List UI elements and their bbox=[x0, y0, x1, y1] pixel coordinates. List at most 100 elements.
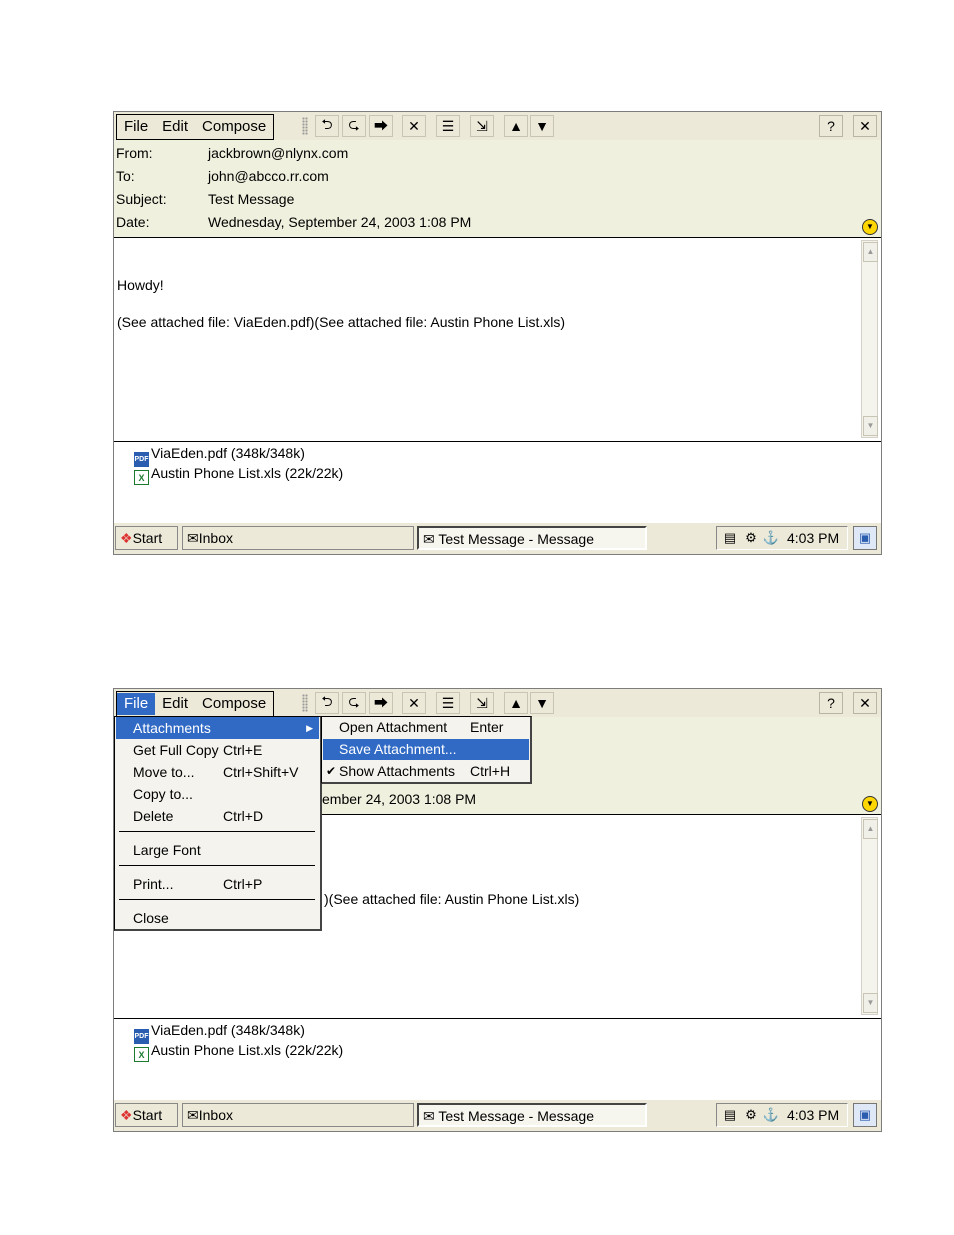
from-value: jackbrown@nlynx.com bbox=[208, 145, 349, 161]
expand-header-icon[interactable]: ▼ bbox=[862, 219, 878, 235]
desktop-icon[interactable]: ▣ bbox=[853, 1103, 877, 1127]
date-value: ember 24, 2003 1:08 PM bbox=[322, 791, 477, 807]
network-icon[interactable]: ⚙ bbox=[742, 1107, 760, 1123]
desktop-icon[interactable]: ▣ bbox=[853, 526, 877, 550]
help-icon[interactable]: ? bbox=[819, 115, 843, 137]
menu-edit[interactable]: Edit bbox=[155, 693, 195, 715]
scroll-up-icon[interactable]: ▲ bbox=[863, 819, 878, 839]
menu-item-shortcut: Ctrl+E bbox=[223, 742, 263, 758]
email-window-screenshot-2: File Edit Compose ⮌ ⮎ ⮕ ✕ ☰ ⇲ ▲ ▼ ? ✕ em… bbox=[113, 688, 882, 1132]
toolbar-grip[interactable] bbox=[302, 117, 308, 135]
menu-item-print[interactable]: Print... Ctrl+P bbox=[116, 873, 319, 895]
attachment-item[interactable]: X Austin Phone List.xls (22k/22k) bbox=[134, 463, 343, 485]
clock[interactable]: 4:03 PM bbox=[787, 527, 839, 549]
menu-item-attachments[interactable]: Attachments ▶ bbox=[116, 717, 319, 739]
subject-value: Test Message bbox=[208, 191, 295, 207]
taskbar-inbox-button[interactable]: ✉Inbox bbox=[182, 1103, 414, 1127]
menu-separator bbox=[119, 899, 315, 900]
active-window-label: Test Message - Message bbox=[438, 1108, 594, 1124]
next-icon[interactable]: ▼ bbox=[530, 115, 554, 137]
start-button[interactable]: ❖Start bbox=[115, 1103, 178, 1127]
command-bar: File Edit Compose ⮌ ⮎ ⮕ ✕ ☰ ⇲ ▲ ▼ ? ✕ bbox=[114, 689, 881, 717]
submenu-item-show-attachments[interactable]: ✔ Show Attachments Ctrl+H bbox=[323, 761, 529, 782]
menu-item-shortcut: Ctrl+D bbox=[223, 808, 264, 824]
menu-item-delete[interactable]: Delete Ctrl+D bbox=[116, 805, 319, 827]
menu-item-copy-to[interactable]: Copy to... bbox=[116, 783, 319, 805]
forward-icon[interactable]: ⮕ bbox=[369, 115, 393, 137]
submenu-item-save-attachment[interactable]: Save Attachment... bbox=[323, 739, 529, 760]
taskbar-message-button[interactable]: ✉ Test Message - Message bbox=[417, 1103, 647, 1127]
scroll-down-icon[interactable]: ▼ bbox=[863, 416, 878, 436]
attachment-item[interactable]: X Austin Phone List.xls (22k/22k) bbox=[134, 1040, 343, 1062]
menu-item-label: Get Full Copy bbox=[133, 742, 219, 758]
reply-all-icon[interactable]: ⮎ bbox=[342, 115, 366, 137]
inbox-icon: ✉ bbox=[187, 530, 199, 546]
menu-file[interactable]: File bbox=[117, 693, 156, 715]
menu-compose[interactable]: Compose bbox=[195, 116, 273, 138]
taskbar-message-button[interactable]: ✉ Test Message - Message bbox=[417, 526, 647, 550]
delete-icon[interactable]: ✕ bbox=[402, 115, 426, 137]
help-icon[interactable]: ? bbox=[819, 692, 843, 714]
menu-item-close[interactable]: Close bbox=[116, 907, 319, 929]
menu-item-label: Attachments bbox=[133, 720, 211, 736]
move-icon[interactable]: ⇲ bbox=[470, 692, 494, 714]
connection-icon[interactable]: ⚓ bbox=[762, 530, 780, 546]
scroll-up-icon[interactable]: ▲ bbox=[863, 242, 878, 262]
clock[interactable]: 4:03 PM bbox=[787, 1104, 839, 1126]
message-list-icon[interactable]: ☰ bbox=[436, 692, 460, 714]
menu-separator bbox=[119, 865, 315, 866]
menu-item-shortcut: Ctrl+H bbox=[470, 763, 511, 779]
toolbar-grip[interactable] bbox=[302, 694, 308, 712]
menu-item-label: Open Attachment bbox=[339, 719, 448, 735]
body-line-1: Howdy! bbox=[117, 277, 164, 293]
reply-icon[interactable]: ⮌ bbox=[315, 115, 339, 137]
reply-all-icon[interactable]: ⮎ bbox=[342, 692, 366, 714]
menu-item-large-font[interactable]: Large Font bbox=[116, 839, 319, 861]
taskbar: ❖Start ✉Inbox ✉ Test Message - Message ▤… bbox=[114, 1099, 881, 1131]
submenu-item-open-attachment[interactable]: Open Attachment Enter bbox=[323, 717, 529, 738]
connection-icon[interactable]: ⚓ bbox=[762, 1107, 780, 1123]
start-label: Start bbox=[132, 1107, 163, 1123]
forward-icon[interactable]: ⮕ bbox=[369, 692, 393, 714]
system-tray: ▤ ⚙ ⚓ 4:03 PM bbox=[716, 1103, 848, 1127]
menu-bar: File Edit Compose bbox=[116, 691, 275, 717]
inbox-icon: ✉ bbox=[187, 1107, 199, 1123]
previous-icon[interactable]: ▲ bbox=[504, 692, 528, 714]
network-icon[interactable]: ⚙ bbox=[742, 530, 760, 546]
vertical-scrollbar[interactable]: ▲ ▼ bbox=[861, 817, 878, 1015]
submenu-arrow-icon: ▶ bbox=[306, 723, 313, 733]
attachment-item[interactable]: PDF ViaEden.pdf (348k/348k) bbox=[134, 1020, 305, 1044]
next-icon[interactable]: ▼ bbox=[530, 692, 554, 714]
message-list-icon[interactable]: ☰ bbox=[436, 115, 460, 137]
taskbar-inbox-button[interactable]: ✉Inbox bbox=[182, 526, 414, 550]
vertical-scrollbar[interactable]: ▲ ▼ bbox=[861, 240, 878, 438]
start-button[interactable]: ❖Start bbox=[115, 526, 178, 550]
excel-file-icon: X bbox=[134, 1047, 149, 1062]
delete-icon[interactable]: ✕ bbox=[402, 692, 426, 714]
keyboard-icon[interactable]: ▤ bbox=[721, 1107, 739, 1123]
menu-file[interactable]: File bbox=[117, 116, 155, 138]
menu-item-label: Delete bbox=[133, 808, 174, 824]
previous-icon[interactable]: ▲ bbox=[504, 115, 528, 137]
reply-icon[interactable]: ⮌ bbox=[315, 692, 339, 714]
expand-header-icon[interactable]: ▼ bbox=[862, 796, 878, 812]
menu-item-label: Show Attachments bbox=[339, 763, 455, 779]
attachment-item[interactable]: PDF ViaEden.pdf (348k/348k) bbox=[134, 443, 305, 467]
menu-separator bbox=[119, 831, 315, 832]
file-menu-dropdown: Attachments ▶ Get Full Copy Ctrl+E Move … bbox=[114, 716, 322, 931]
close-icon[interactable]: ✕ bbox=[853, 115, 877, 137]
close-icon[interactable]: ✕ bbox=[853, 692, 877, 714]
active-window-label: Test Message - Message bbox=[438, 531, 594, 547]
message-body[interactable]: Howdy! (See attached file: ViaEden.pdf)(… bbox=[114, 238, 881, 442]
keyboard-icon[interactable]: ▤ bbox=[721, 530, 739, 546]
attachment-name: ViaEden.pdf (348k/348k) bbox=[151, 1022, 305, 1038]
menu-edit[interactable]: Edit bbox=[155, 116, 195, 138]
menu-item-get-full-copy[interactable]: Get Full Copy Ctrl+E bbox=[116, 739, 319, 761]
menu-item-shortcut: Ctrl+P bbox=[223, 876, 263, 892]
scroll-down-icon[interactable]: ▼ bbox=[863, 993, 878, 1013]
start-label: Start bbox=[132, 530, 163, 546]
menu-item-move-to[interactable]: Move to... Ctrl+Shift+V bbox=[116, 761, 319, 783]
menu-compose[interactable]: Compose bbox=[195, 693, 273, 715]
move-icon[interactable]: ⇲ bbox=[470, 115, 494, 137]
menu-bar: File Edit Compose bbox=[116, 114, 275, 140]
